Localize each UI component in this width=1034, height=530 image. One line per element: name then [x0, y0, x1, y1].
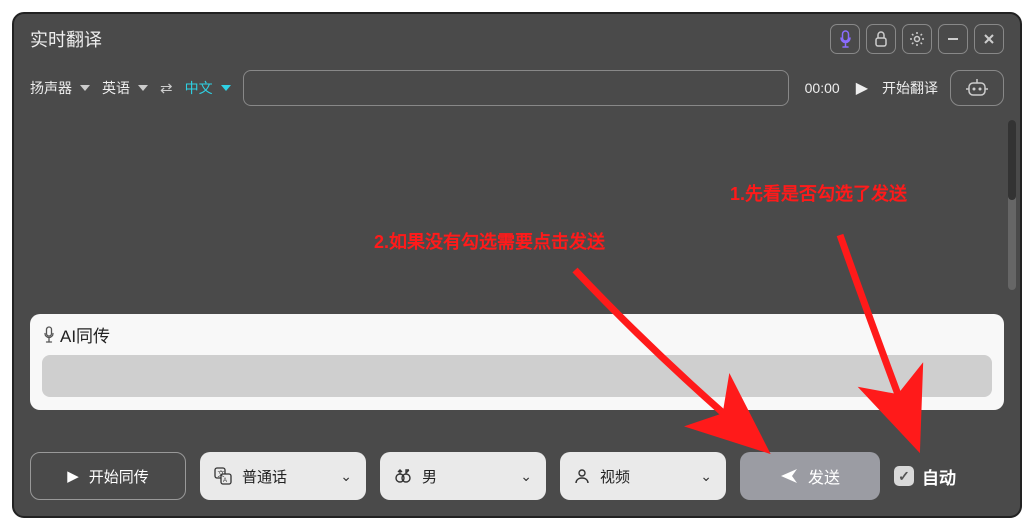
- annotation-step1: 1.先看是否勾选了发送: [730, 180, 907, 206]
- scrollbar[interactable]: [1008, 120, 1016, 290]
- ai-sync-title: AI同传: [42, 322, 992, 347]
- target-lang-select[interactable]: 中文: [185, 78, 231, 98]
- lock-icon: [874, 31, 888, 47]
- send-button[interactable]: 发送: [740, 452, 880, 500]
- gear-icon: [909, 31, 925, 47]
- source-device-select[interactable]: 扬声器: [30, 78, 90, 98]
- titlebar: 实时翻译: [14, 14, 1020, 64]
- send-icon: [780, 468, 798, 484]
- window-controls: [830, 24, 1004, 54]
- gender-select[interactable]: 男 ⌄: [380, 452, 546, 500]
- source-device-label: 扬声器: [30, 78, 72, 98]
- play-icon: ▶: [67, 467, 79, 485]
- annotation-step2: 2.如果没有勾选需要点击发送: [374, 228, 605, 254]
- settings-button[interactable]: [902, 24, 932, 54]
- mode-select-label: 视频: [600, 466, 630, 487]
- target-lang-label: 中文: [185, 78, 213, 98]
- swap-button[interactable]: ⇄: [160, 79, 173, 97]
- mode-select[interactable]: 视频 ⌄: [560, 452, 726, 500]
- chevron-down-icon: ⌄: [520, 468, 532, 485]
- play-icon: ▶: [856, 78, 868, 98]
- ai-sync-label: AI同传: [60, 322, 110, 347]
- close-button[interactable]: [974, 24, 1004, 54]
- scrollbar-thumb[interactable]: [1008, 120, 1016, 200]
- bottom-bar: ▶ 开始同传 文A 普通话 ⌄ 男 ⌄ 视频 ⌄ 发送: [30, 452, 1004, 500]
- robot-button[interactable]: [950, 70, 1004, 106]
- start-sync-label: 开始同传: [89, 466, 149, 487]
- minimize-icon: [946, 32, 960, 46]
- gender-select-label: 男: [422, 466, 437, 487]
- robot-icon: [964, 78, 990, 98]
- minimize-button[interactable]: [938, 24, 968, 54]
- auto-toggle[interactable]: ✓ 自动: [894, 464, 956, 489]
- language-icon: 文A: [214, 467, 232, 485]
- timer-display: 00:00: [805, 80, 840, 96]
- ai-sync-output: [42, 355, 992, 397]
- lang-select[interactable]: 文A 普通话 ⌄: [200, 452, 366, 500]
- mic-icon: [838, 30, 853, 48]
- source-lang-select[interactable]: 英语: [102, 78, 148, 98]
- chevron-down-icon: ⌄: [700, 468, 712, 485]
- start-translate-button[interactable]: 开始翻译: [882, 78, 938, 98]
- close-icon: [982, 32, 996, 46]
- app-window: 实时翻译 扬声器 英语 ⇄: [12, 12, 1022, 518]
- toolbar: 扬声器 英语 ⇄ 中文 00:00 ▶ 开始翻译: [14, 64, 1020, 120]
- chevron-down-icon: [80, 85, 90, 91]
- svg-text:A: A: [223, 478, 227, 484]
- gender-icon: [394, 467, 412, 485]
- auto-label: 自动: [922, 464, 956, 489]
- mic-button[interactable]: [830, 24, 860, 54]
- window-title: 实时翻译: [30, 26, 102, 52]
- source-lang-label: 英语: [102, 78, 130, 98]
- translation-input[interactable]: [243, 70, 789, 106]
- chevron-down-icon: ⌄: [340, 468, 352, 485]
- start-sync-button[interactable]: ▶ 开始同传: [30, 452, 186, 500]
- lock-button[interactable]: [866, 24, 896, 54]
- send-label: 发送: [808, 464, 840, 488]
- person-icon: [574, 468, 590, 484]
- svg-text:文: 文: [218, 469, 225, 478]
- chevron-down-icon: [221, 85, 231, 91]
- chevron-down-icon: [138, 85, 148, 91]
- mic-icon: [42, 326, 56, 344]
- lang-select-label: 普通话: [242, 466, 287, 487]
- ai-sync-panel: AI同传: [30, 314, 1004, 410]
- auto-checkbox[interactable]: ✓: [894, 466, 914, 486]
